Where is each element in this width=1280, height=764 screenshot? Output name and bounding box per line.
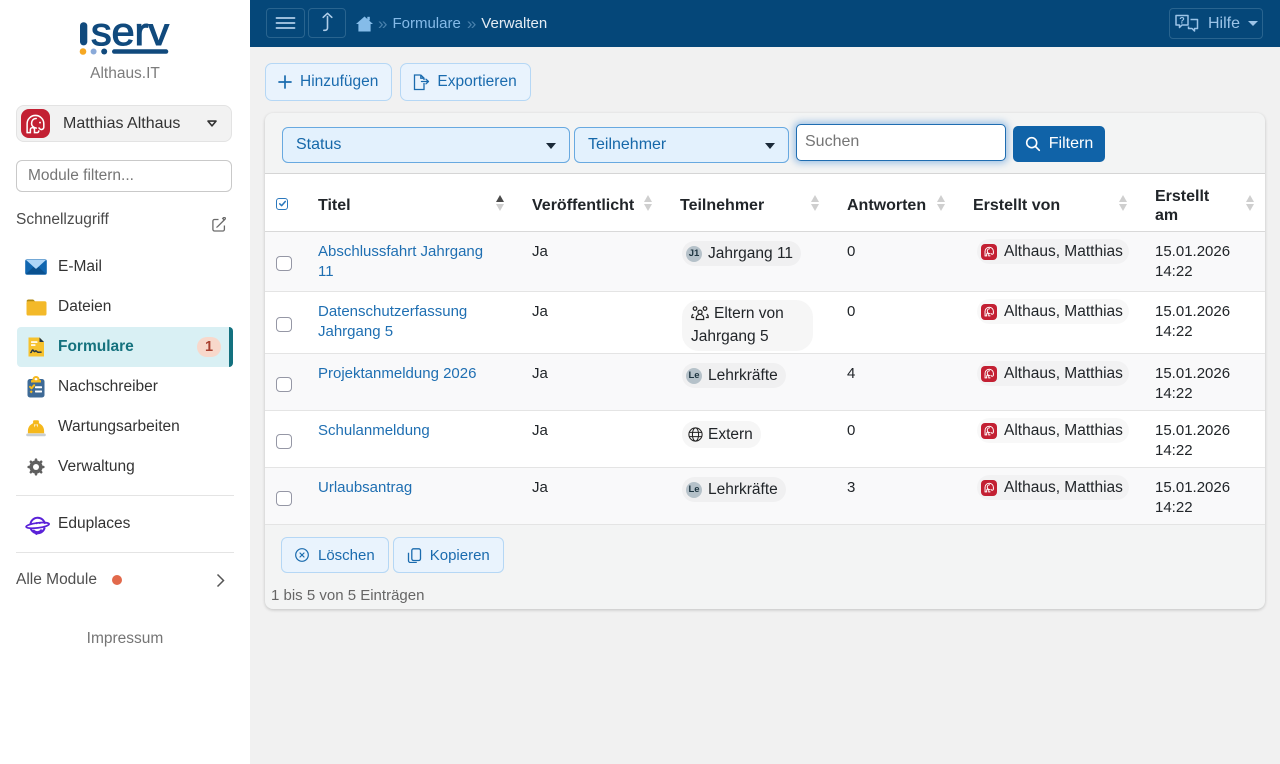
svg-text:?: ?: [1179, 15, 1185, 25]
svg-text:serv: serv: [91, 14, 170, 54]
